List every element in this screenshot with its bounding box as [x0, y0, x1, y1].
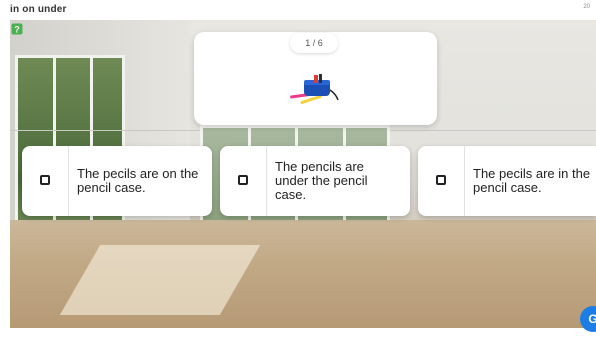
- chat-icon[interactable]: G: [580, 306, 596, 332]
- checkbox[interactable]: [436, 175, 446, 185]
- help-icon[interactable]: ?: [11, 23, 23, 35]
- corner-text: 20: [583, 4, 590, 10]
- answer-option-1[interactable]: The pecils are on the pencil case.: [22, 146, 212, 216]
- top-bar: in on under 20: [0, 0, 596, 20]
- checkbox-cell: [22, 146, 69, 216]
- question-card: 1 / 6: [194, 32, 437, 125]
- answer-label: The pecils are in the pencil case.: [473, 166, 591, 195]
- answer-option-2[interactable]: The pencils are under the pencil case.: [220, 146, 410, 216]
- checkbox-cell: [418, 146, 465, 216]
- pencil-case-icon: [290, 74, 339, 105]
- answer-label: The pencils are under the pencil case.: [275, 159, 368, 202]
- app-title: in on under: [10, 4, 67, 15]
- answer-option-3[interactable]: The pecils are in the pencil case.: [418, 146, 596, 216]
- question-counter: 1 / 6: [290, 33, 338, 53]
- checkbox[interactable]: [238, 175, 248, 185]
- svg-text:?: ?: [14, 25, 20, 35]
- answer-label: The pecils are on the pencil case.: [77, 166, 199, 195]
- checkbox[interactable]: [40, 175, 50, 185]
- checkbox-cell: [220, 146, 267, 216]
